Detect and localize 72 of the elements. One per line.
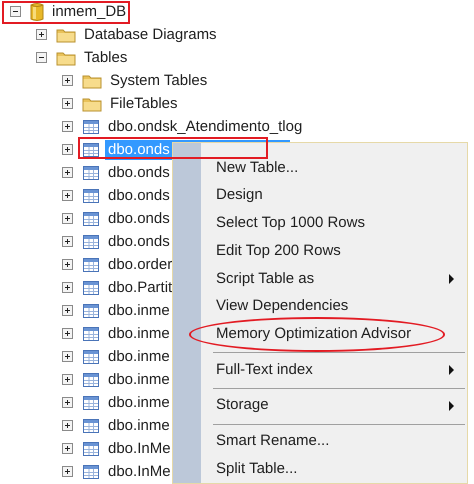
- expand-icon[interactable]: [62, 75, 73, 86]
- folder-node[interactable]: Database Diagrams: [81, 24, 220, 44]
- table-icon: [82, 118, 100, 134]
- menu-item[interactable]: Smart Rename...: [173, 428, 467, 456]
- table-icon: [82, 188, 100, 204]
- table-node[interactable]: dbo.inme: [105, 346, 173, 366]
- expand-icon[interactable]: [62, 167, 73, 178]
- expand-icon[interactable]: [62, 305, 73, 316]
- expand-icon[interactable]: [62, 259, 73, 270]
- database-icon: [30, 2, 44, 22]
- table-node[interactable]: dbo.order: [105, 254, 176, 274]
- table-node[interactable]: dbo.ondsk_Atendimento_tlog: [105, 116, 306, 136]
- table-icon: [82, 142, 100, 158]
- table-icon: [82, 256, 100, 272]
- folder-node[interactable]: Tables: [81, 48, 130, 68]
- table-icon: [82, 280, 100, 296]
- expand-icon[interactable]: [62, 328, 73, 339]
- table-icon: [82, 326, 100, 342]
- expand-icon[interactable]: [62, 121, 73, 132]
- menu-item[interactable]: Select Top 1000 Rows: [173, 209, 467, 238]
- table-node[interactable]: dbo.inme: [105, 392, 173, 412]
- folder-node[interactable]: FileTables: [107, 94, 181, 114]
- folder-icon: [56, 26, 76, 42]
- expand-icon[interactable]: [62, 374, 73, 385]
- table-node[interactable]: dbo.inme: [105, 416, 173, 436]
- menu-item[interactable]: Full-Text index: [173, 356, 467, 384]
- menu-item[interactable]: Design: [173, 182, 467, 210]
- table-node[interactable]: dbo.inme: [105, 370, 173, 390]
- table-icon: [82, 372, 100, 388]
- expand-icon[interactable]: [62, 144, 73, 155]
- collapse-icon[interactable]: [10, 6, 21, 17]
- folder-node[interactable]: System Tables: [107, 70, 210, 90]
- table-node[interactable]: dbo.onds: [105, 232, 173, 252]
- table-node[interactable]: dbo.onds: [105, 186, 173, 206]
- table-icon: [82, 210, 100, 226]
- expand-icon[interactable]: [62, 98, 73, 109]
- folder-icon: [82, 72, 102, 88]
- menu-item[interactable]: Split Table...: [173, 455, 467, 483]
- menu-item[interactable]: Edit Top 200 Rows: [173, 237, 467, 265]
- folder-icon: [56, 50, 76, 66]
- expand-icon[interactable]: [62, 190, 73, 201]
- table-node[interactable]: dbo.onds: [105, 208, 173, 228]
- menu-item[interactable]: Storage: [173, 392, 467, 420]
- expand-icon[interactable]: [36, 29, 47, 40]
- menu-item[interactable]: View Dependencies: [173, 292, 467, 320]
- table-node[interactable]: dbo.onds: [105, 162, 173, 182]
- expand-icon[interactable]: [62, 397, 73, 408]
- collapse-icon[interactable]: [36, 52, 47, 63]
- expand-icon[interactable]: [62, 213, 73, 224]
- table-node[interactable]: dbo.Partit: [105, 278, 176, 298]
- menu-item[interactable]: New Table...: [173, 154, 467, 182]
- table-node[interactable]: dbo.inme: [105, 324, 173, 344]
- menu-item[interactable]: Script Table as: [173, 264, 467, 293]
- table-icon: [82, 440, 100, 456]
- table-icon: [82, 234, 100, 250]
- folder-icon: [82, 96, 102, 112]
- table-node[interactable]: dbo.inme: [105, 300, 173, 320]
- expand-icon[interactable]: [62, 466, 73, 477]
- table-icon: [82, 348, 100, 364]
- expand-icon[interactable]: [62, 420, 73, 431]
- table-icon: [82, 464, 100, 480]
- table-icon: [82, 164, 100, 180]
- expand-icon[interactable]: [62, 351, 73, 362]
- expand-icon[interactable]: [62, 443, 73, 454]
- table-icon: [82, 394, 100, 410]
- database-node[interactable]: inmem_DB: [49, 2, 130, 22]
- expand-icon[interactable]: [62, 282, 73, 293]
- expand-icon[interactable]: [62, 236, 73, 247]
- table-node[interactable]: dbo.InMe: [105, 462, 174, 482]
- table-icon: [82, 418, 100, 434]
- table-node[interactable]: dbo.InMe: [105, 438, 174, 458]
- table-icon: [82, 302, 100, 318]
